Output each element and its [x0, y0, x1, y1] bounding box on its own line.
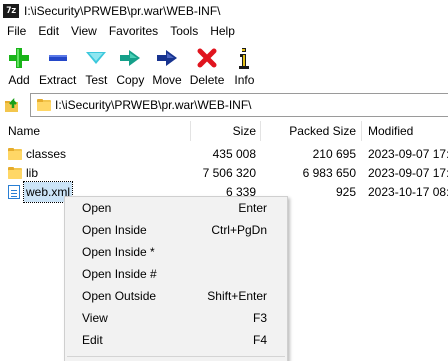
copy-icon [120, 50, 141, 66]
delete-icon [197, 48, 217, 68]
file-size: 435 008 [212, 147, 256, 161]
folder-icon [8, 148, 22, 160]
menu-item-label: Edit [82, 333, 103, 347]
file-packed-size: 925 [335, 185, 356, 199]
column-packed-size[interactable]: Packed Size [289, 121, 356, 141]
path-text: I:\iSecurity\PRWEB\pr.war\WEB-INF\ [55, 98, 252, 112]
copy-button[interactable]: Copy [112, 41, 148, 90]
info-button[interactable]: Info [228, 41, 260, 90]
menu-item-shortcut: Ctrl+PgDn [211, 223, 267, 237]
context-menu: Open Enter Open Inside Ctrl+PgDn Open In… [64, 196, 288, 361]
up-folder-icon [5, 97, 18, 112]
test-button[interactable]: Test [80, 41, 112, 90]
path-input[interactable]: I:\iSecurity\PRWEB\pr.war\WEB-INF\ [30, 93, 448, 117]
list-header: Name Size Packed Size Modified [0, 121, 448, 141]
menu-item-label: Open [82, 201, 112, 215]
file-modified: 2023-09-07 17:4 [368, 147, 448, 161]
window-title: I:\iSecurity\PRWEB\pr.war\WEB-INF\ [24, 3, 221, 18]
add-button[interactable]: Add [3, 41, 35, 90]
toolbar: Add Extract Test Copy Move Delete Info [0, 41, 448, 90]
menu-item-label: Open Inside # [82, 267, 157, 281]
xml-file-icon [8, 185, 20, 199]
file-name: lib [26, 166, 39, 180]
column-modified[interactable]: Modified [368, 121, 413, 141]
copy-label: Copy [116, 73, 145, 87]
menu-item-shortcut: Shift+Enter [207, 289, 267, 303]
menu-item-label: Open Inside [82, 223, 147, 237]
move-icon [157, 50, 178, 66]
extract-icon [48, 55, 67, 61]
menu-item-label: Open Inside * [82, 245, 155, 259]
file-size: 7 506 320 [202, 166, 256, 180]
menu-item-view[interactable]: View F3 [65, 307, 287, 329]
delete-label: Delete [189, 73, 225, 87]
extract-label: Extract [39, 73, 77, 87]
menu-item-open-inside[interactable]: Open Inside Ctrl+PgDn [65, 219, 287, 241]
add-icon [9, 48, 29, 68]
file-packed-size: 6 983 650 [302, 166, 356, 180]
folder-icon [8, 167, 22, 179]
column-size[interactable]: Size [233, 121, 256, 141]
folder-icon [37, 99, 51, 111]
extract-button[interactable]: Extract [35, 41, 80, 90]
file-modified: 2023-09-07 17:4 [368, 166, 448, 180]
menu-item-edit[interactable]: Edit F4 [65, 329, 287, 351]
menu-edit[interactable]: Edit [32, 21, 65, 41]
info-label: Info [234, 73, 255, 87]
menu-tools[interactable]: Tools [164, 21, 204, 41]
list-item[interactable]: lib 7 506 320 6 983 650 2023-09-07 17:4 [0, 163, 448, 183]
file-name: classes [26, 147, 67, 161]
file-modified: 2023-10-17 08:5 [368, 185, 448, 199]
menu-item-shortcut: F4 [252, 333, 267, 347]
app-icon: 7z [3, 3, 19, 18]
delete-button[interactable]: Delete [186, 41, 229, 90]
test-label: Test [85, 73, 108, 87]
menu-item-open[interactable]: Open Enter [65, 197, 287, 219]
column-name[interactable]: Name [8, 121, 40, 141]
info-icon [239, 48, 250, 69]
menu-help[interactable]: Help [204, 21, 241, 41]
move-label: Move [152, 73, 182, 87]
menu-view[interactable]: View [65, 21, 103, 41]
menu-bar: File Edit View Favorites Tools Help [0, 21, 448, 41]
add-label: Add [8, 73, 30, 87]
menu-item-label: Open Outside [82, 289, 157, 303]
list-item[interactable]: classes 435 008 210 695 2023-09-07 17:4 [0, 144, 448, 164]
title-bar: 7z I:\iSecurity\PRWEB\pr.war\WEB-INF\ [0, 0, 448, 21]
menu-item-open-outside[interactable]: Open Outside Shift+Enter [65, 285, 287, 307]
menu-item-label: View [82, 311, 108, 325]
menu-favorites[interactable]: Favorites [103, 21, 164, 41]
move-button[interactable]: Move [148, 41, 185, 90]
address-bar: I:\iSecurity\PRWEB\pr.war\WEB-INF\ [0, 91, 448, 119]
file-packed-size: 210 695 [312, 147, 356, 161]
menu-item-shortcut: Enter [238, 201, 267, 215]
menu-item-open-inside-star[interactable]: Open Inside * [65, 241, 287, 263]
test-icon [86, 52, 107, 64]
menu-file[interactable]: File [1, 21, 32, 41]
menu-item-open-inside-hash[interactable]: Open Inside # [65, 263, 287, 285]
up-folder-button[interactable] [2, 95, 24, 115]
menu-item-shortcut: F3 [252, 311, 267, 325]
menu-separator [67, 356, 285, 357]
